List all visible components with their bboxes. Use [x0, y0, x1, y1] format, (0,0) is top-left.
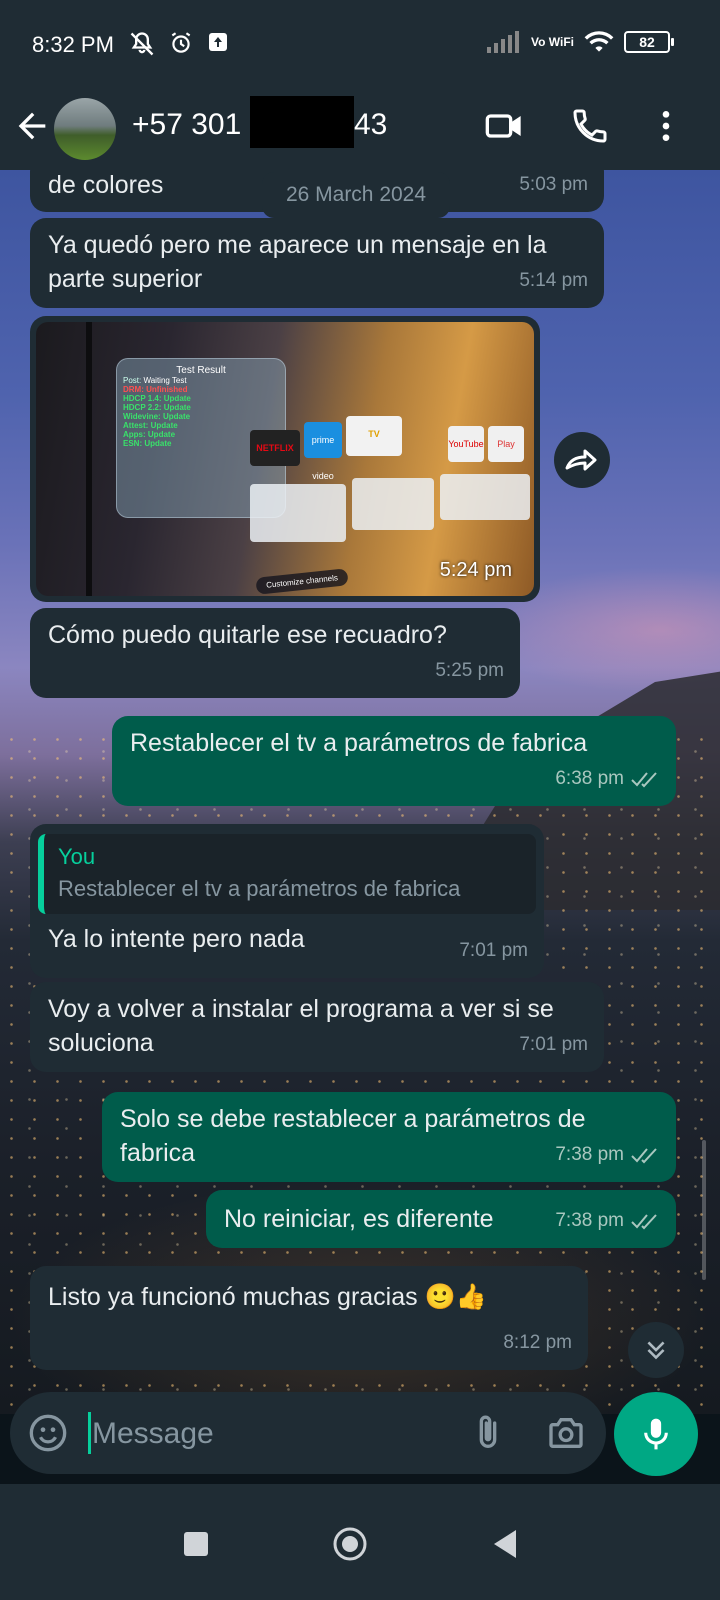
scrollbar[interactable]	[702, 1140, 706, 1280]
chat-area[interactable]: de colores 5:03 pm 26 March 2024 Ya qued…	[0, 170, 720, 1414]
signal-icon	[487, 31, 519, 53]
back-triangle-icon[interactable]	[486, 1524, 526, 1564]
test-row-label: HDCP 2.2:	[123, 403, 162, 412]
test-row-label: Widevine:	[123, 412, 161, 421]
back-arrow-icon[interactable]	[12, 106, 52, 146]
message-text: Voy a volver a instalar el programa a ve…	[48, 995, 554, 1057]
message-time: 7:38 pm	[555, 1210, 624, 1231]
quote-author: You	[58, 844, 96, 869]
app-tile: Play	[488, 426, 524, 462]
message-time: 8:12 pm	[503, 1332, 572, 1353]
chat-header: +57 301 43	[0, 86, 720, 170]
status-time: 8:32 PM	[32, 32, 114, 57]
emoji-icon[interactable]	[28, 1413, 68, 1453]
system-nav-bar	[0, 1484, 720, 1600]
media-tile	[352, 478, 434, 530]
app-tile: TV	[346, 416, 402, 456]
test-row-label: Attest:	[123, 421, 149, 430]
message-text: Listo ya funcionó muchas gracias 🙂👍	[48, 1283, 487, 1311]
microphone-icon	[644, 1418, 668, 1450]
message-time: 7:01 pm	[459, 940, 528, 961]
mute-icon	[130, 32, 154, 56]
read-ticks-icon	[631, 1214, 657, 1230]
message-text: Restablecer el tv a parámetros de fabric…	[130, 729, 588, 757]
message-time: 7:01 pm	[519, 1034, 588, 1055]
message-bubble-incoming[interactable]: Ya quedó pero me aparece un mensaje en l…	[30, 218, 604, 308]
app-tile: NETFLIX	[250, 430, 300, 466]
scroll-to-bottom-button[interactable]	[628, 1322, 684, 1378]
test-row-label: ESN:	[123, 439, 143, 448]
battery-icon: 82	[624, 31, 674, 53]
test-row-label: DRM:	[123, 385, 144, 394]
test-row-label: Post:	[123, 376, 142, 385]
quote-text: Restablecer el tv a parámetros de fabric…	[58, 876, 461, 901]
message-input[interactable]	[90, 1408, 464, 1460]
wifi-icon	[584, 31, 614, 52]
forward-button[interactable]	[554, 432, 610, 488]
read-ticks-icon	[631, 772, 657, 788]
tv-photo[interactable]: Test Result Post: Waiting Test DRM: Unfi…	[36, 322, 534, 596]
video-call-icon[interactable]	[484, 106, 524, 146]
camera-icon[interactable]	[546, 1413, 586, 1453]
test-row-label: Apps:	[123, 430, 146, 439]
message-bubble-outgoing[interactable]: Solo se debe restablecer a parámetros de…	[102, 1092, 676, 1182]
message-bubble-incoming[interactable]: Listo ya funcionó muchas gracias 🙂👍 8:12…	[30, 1266, 588, 1370]
message-text: Solo se debe restablecer a parámetros de…	[120, 1105, 586, 1167]
test-row-value: Update	[163, 394, 191, 403]
date-chip: 26 March 2024	[262, 172, 450, 218]
message-time: 6:38 pm	[555, 768, 624, 789]
message-text: Cómo puedo quitarle ese recuadro?	[48, 621, 447, 649]
alarm-icon	[171, 32, 191, 53]
test-row-value: Update	[150, 421, 178, 430]
media-tile	[440, 474, 530, 520]
contact-name[interactable]: +57 301	[132, 108, 241, 142]
test-row-value: Update	[163, 403, 191, 412]
message-time: 5:24 pm	[439, 559, 512, 581]
voice-record-button[interactable]	[614, 1392, 698, 1476]
read-ticks-icon	[631, 1148, 657, 1164]
avatar[interactable]	[54, 98, 116, 160]
message-bubble-outgoing[interactable]: No reiniciar, es diferente 7:38 pm	[206, 1190, 676, 1248]
test-row-value: Update	[147, 430, 176, 439]
status-bar: 8:32 PM Vo WiFi 82	[0, 0, 720, 86]
message-bubble-incoming[interactable]: Cómo puedo quitarle ese recuadro? 5:25 p…	[30, 608, 520, 698]
message-bubble-incoming[interactable]: Voy a volver a instalar el programa a ve…	[30, 982, 604, 1072]
message-text: No reiniciar, es diferente	[224, 1205, 494, 1233]
contact-name-suffix[interactable]: 43	[354, 108, 387, 142]
message-time: 7:38 pm	[555, 1144, 624, 1165]
test-row-value: Unfinished	[146, 385, 188, 394]
upload-icon	[209, 33, 227, 51]
message-text: de colores	[48, 171, 164, 199]
app-tile: YouTube	[448, 426, 484, 462]
message-bubble-incoming[interactable]: You Restablecer el tv a parámetros de fa…	[30, 824, 544, 978]
message-bubble-outgoing[interactable]: Restablecer el tv a parámetros de fabric…	[112, 716, 676, 806]
test-title: Test Result	[176, 365, 226, 376]
more-vert-icon[interactable]	[646, 106, 686, 146]
message-time: 5:25 pm	[435, 660, 504, 681]
attach-icon[interactable]	[468, 1413, 508, 1453]
quoted-message[interactable]: You Restablecer el tv a parámetros de fa…	[38, 834, 536, 914]
test-row-value: Update	[144, 439, 172, 448]
vowifi-label: Vo WiFi	[531, 35, 574, 49]
test-row-value: Waiting Test	[143, 376, 187, 385]
app-tile: prime video	[304, 422, 342, 481]
message-time: 5:14 pm	[519, 270, 588, 291]
test-row-label: HDCP 1.4:	[123, 394, 162, 403]
image-message[interactable]: Test Result Post: Waiting Test DRM: Unfi…	[30, 316, 540, 602]
chevron-double-down-icon	[647, 1341, 665, 1360]
recents-square-icon[interactable]	[176, 1524, 216, 1564]
media-tile	[250, 484, 346, 542]
redaction-box	[250, 96, 354, 148]
message-text: Ya quedó pero me aparece un mensaje en l…	[48, 231, 547, 293]
home-circle-icon[interactable]	[330, 1524, 370, 1564]
message-text: Ya lo intente pero nada	[48, 925, 305, 953]
phone-call-icon[interactable]	[570, 106, 610, 146]
forward-icon	[565, 449, 597, 471]
message-composer	[10, 1392, 606, 1474]
test-row-value: Update	[162, 412, 191, 421]
message-time: 5:03 pm	[519, 174, 588, 195]
